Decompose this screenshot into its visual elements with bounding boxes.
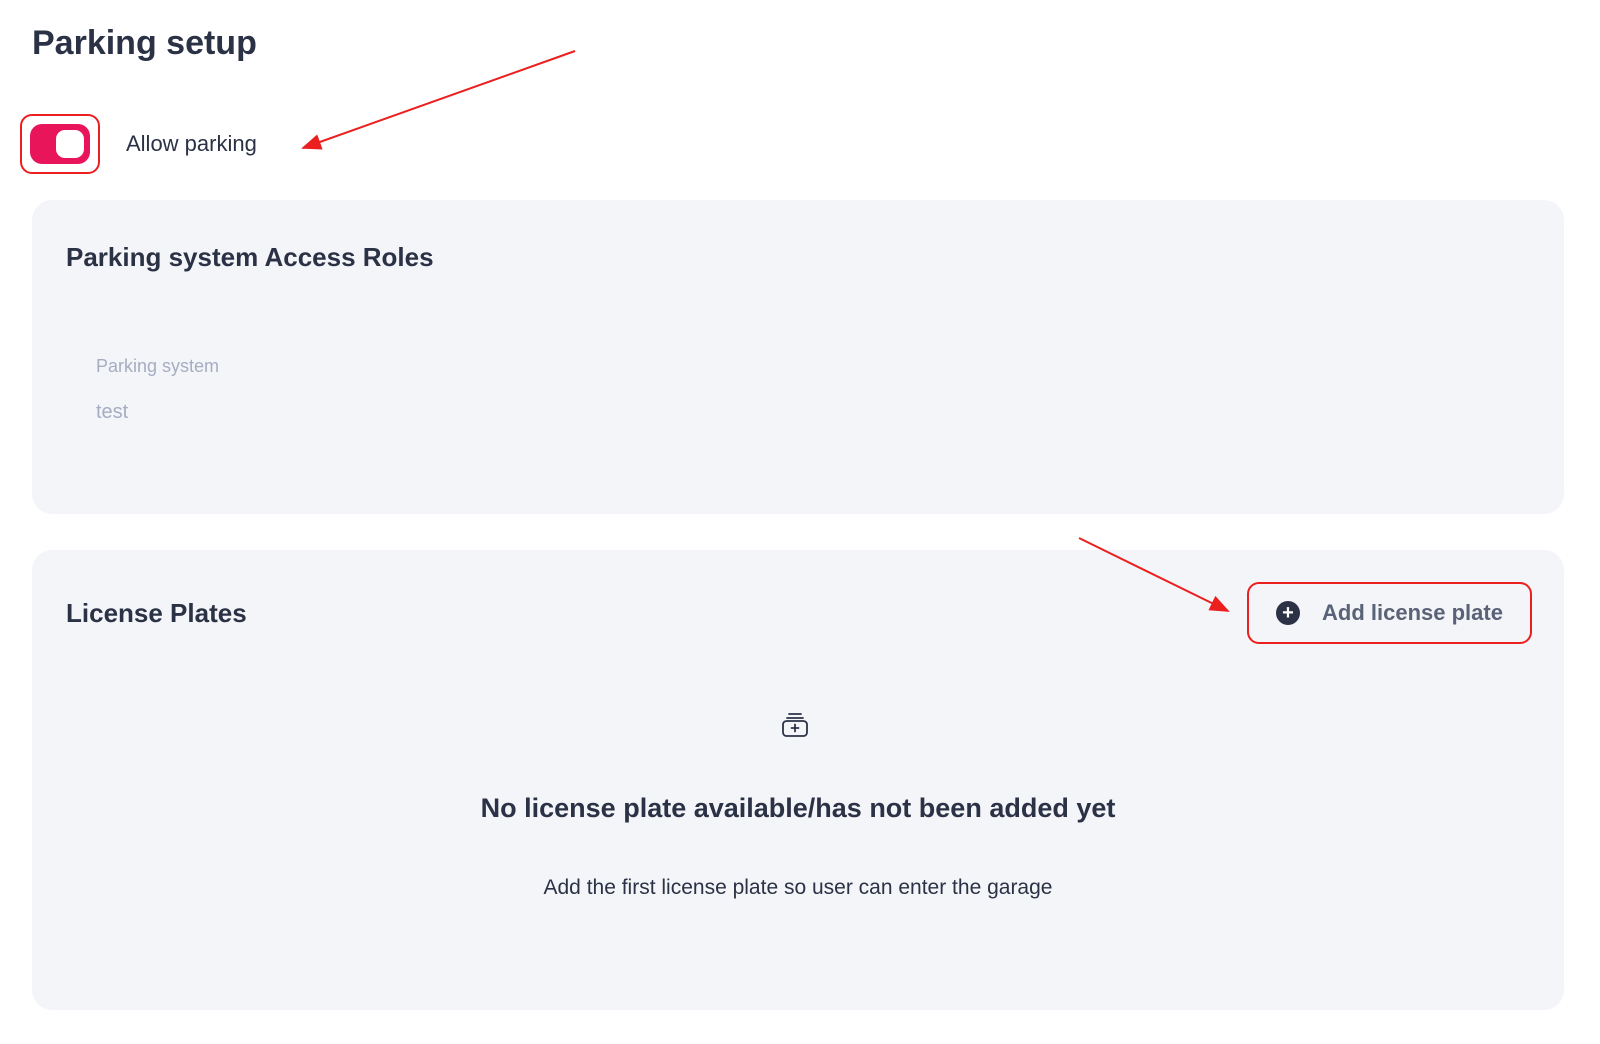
parking-system-label: Parking system (96, 356, 220, 376)
license-plates-title: License Plates (66, 598, 247, 628)
allow-parking-label: Allow parking (126, 131, 257, 156)
page-title: Parking setup (32, 24, 257, 62)
access-roles-card: Parking system Access Roles Parking syst… (32, 200, 1564, 514)
plus-circle-icon: + (1276, 601, 1301, 625)
add-license-plate-button[interactable]: + Add license plate (1247, 582, 1532, 644)
allow-parking-toggle-highlight[interactable] (20, 114, 100, 174)
license-plates-card: License Plates + Add license plate No li… (32, 550, 1564, 1010)
add-license-plate-label: Add license plate (1322, 600, 1503, 625)
empty-state-subtitle: Add the first license plate so user can … (543, 876, 1053, 899)
parking-system-value: test (96, 401, 129, 423)
empty-state-title: No license plate available/has not been … (480, 793, 1116, 823)
allow-parking-toggle[interactable] (30, 124, 90, 164)
access-roles-title: Parking system Access Roles (66, 242, 434, 272)
toggle-knob (56, 130, 84, 158)
allow-parking-row: Allow parking (20, 112, 257, 176)
parking-setup-page: Parking setup Allow parking Parking syst… (0, 0, 1600, 1044)
annotation-arrow-toggle (301, 50, 576, 150)
parking-garage-icon (782, 713, 808, 737)
